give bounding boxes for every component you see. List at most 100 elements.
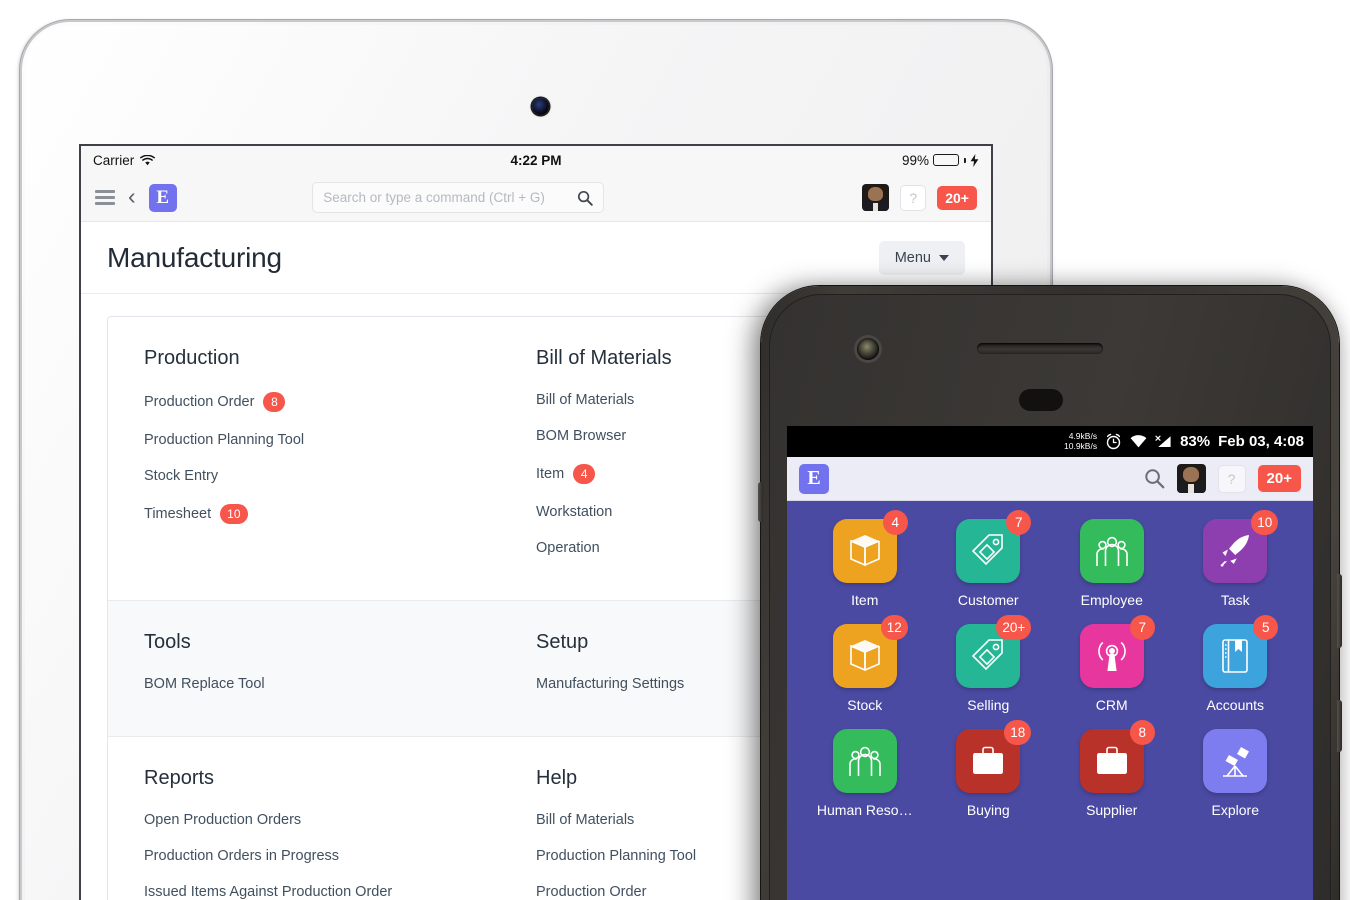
app-label: Explore (1211, 802, 1259, 818)
page-header: Manufacturing Menu (81, 222, 991, 294)
module-link-label: Issued Items Against Production Order (144, 884, 393, 900)
alarm-clock-icon (1106, 433, 1121, 450)
search-box[interactable] (312, 182, 605, 213)
search-icon[interactable] (1144, 468, 1165, 489)
tablet-status-bar: Carrier 4:22 PM 99% (81, 146, 991, 174)
phone-volume-button[interactable] (1337, 574, 1342, 648)
battery-icon (933, 154, 959, 166)
module-link[interactable]: Production Planning Tool (144, 432, 536, 448)
module-link-label: Item (536, 466, 565, 482)
app-icon-cell[interactable]: 4 Item (812, 510, 918, 608)
module-link-label: Production Planning Tool (144, 432, 305, 448)
module-link[interactable]: Production Orders in Progress (144, 848, 536, 864)
notification-count-badge[interactable]: 20+ (937, 185, 977, 210)
app-label: Customer (957, 592, 1019, 608)
search-icon[interactable] (577, 190, 593, 206)
module-link[interactable]: BOM Replace Tool (144, 676, 536, 692)
battery-percent-label: 99% (901, 152, 929, 168)
app-tile-wrapper (1203, 729, 1268, 793)
chevron-left-icon[interactable]: ‹ (128, 184, 136, 211)
module-link[interactable]: Timesheet 10 (144, 504, 536, 524)
phone-front-camera-icon (857, 338, 879, 360)
broadcast-icon (1097, 641, 1126, 671)
module-link-label: Production Order (536, 884, 647, 900)
chevron-down-icon (939, 254, 949, 261)
phone-earpiece-speaker (977, 343, 1103, 354)
module-column: Reports Open Production Orders Production … (144, 767, 536, 900)
app-label: Selling (967, 697, 1010, 713)
signal-bars-icon (1155, 435, 1171, 447)
status-right-group: 99% (902, 153, 979, 168)
app-icon-cell[interactable]: Explore (1182, 729, 1288, 818)
module-link[interactable]: Stock Entry (144, 468, 536, 484)
app-tile-wrapper: 8 (1079, 720, 1155, 793)
app-tile-wrapper: 18 (956, 720, 1032, 793)
phone-date-time: Feb 03, 4:08 (1218, 433, 1304, 450)
app-tile[interactable] (1079, 519, 1144, 583)
app-icon-cell[interactable]: 7 Customer (935, 510, 1041, 608)
module-section-heading: Tools (144, 631, 191, 653)
box-icon (849, 535, 880, 567)
module-link-label: BOM Browser (536, 428, 627, 444)
phone-power-button[interactable] (1337, 700, 1342, 752)
app-tile-wrapper: 10 (1203, 510, 1279, 583)
phone-silent-switch[interactable] (758, 482, 763, 522)
module-section-heading: Reports (144, 767, 215, 789)
app-icon-cell[interactable]: 10 Task (1182, 510, 1288, 608)
hamburger-icon[interactable] (95, 190, 115, 205)
app-grid: 4 Item 7 Customer Employee 10 Task 12 Stock 20+ Se… (787, 501, 1313, 828)
module-link-label: Operation (536, 540, 600, 556)
avatar[interactable] (862, 184, 890, 211)
app-icon-cell[interactable]: 5 Accounts (1182, 615, 1288, 713)
search-input[interactable] (323, 190, 578, 205)
module-link[interactable]: Issued Items Against Production Order (144, 884, 536, 900)
app-icon-cell[interactable]: 12 Stock (812, 615, 918, 713)
module-link-label: Open Production Orders (144, 812, 302, 828)
app-icon-cell[interactable]: 7 CRM (1059, 615, 1165, 713)
navbar-right-group: ? 20+ (862, 184, 977, 211)
telescope-icon (1223, 747, 1250, 777)
phone-status-bar: 4.9kB/s 10.9kB/s 83% Feb 03, 4:08 (787, 426, 1313, 457)
module-link-label: Workstation (536, 504, 613, 520)
app-label: CRM (1095, 697, 1128, 713)
app-icon-cell[interactable]: 8 Supplier (1059, 720, 1165, 818)
app-tile-wrapper: 20+ (956, 615, 1032, 688)
app-icon-cell[interactable]: Human Reso… (812, 729, 918, 818)
app-icon-cell[interactable]: 20+ Selling (935, 615, 1041, 713)
phone-battery-percent: 83% (1180, 433, 1211, 450)
module-link-label: Manufacturing Settings (536, 676, 685, 692)
notification-count-badge[interactable]: 20+ (1257, 465, 1301, 492)
app-badge: 4 (882, 510, 908, 535)
avatar[interactable] (1176, 464, 1206, 493)
brand-logo[interactable]: E (148, 183, 177, 212)
module-link-label: Production Planning Tool (536, 848, 697, 864)
module-link-label: Production Order (144, 394, 255, 410)
menu-button-label: Menu (894, 249, 931, 266)
module-link-label: Stock Entry (144, 468, 219, 484)
module-link[interactable]: Open Production Orders (144, 812, 536, 828)
app-tile[interactable] (1203, 729, 1268, 793)
tag-icon (972, 534, 1004, 566)
phone-navbar-right-group: ? 20+ (1144, 464, 1301, 493)
app-label: Buying (966, 802, 1010, 818)
module-link-count-badge: 8 (263, 392, 286, 412)
app-tile[interactable] (832, 729, 897, 793)
app-icon-cell[interactable]: Employee (1059, 519, 1165, 608)
menu-button[interactable]: Menu (878, 240, 965, 275)
help-button[interactable]: ? (1217, 464, 1246, 493)
people-icon (1095, 536, 1128, 566)
help-button[interactable]: ? (900, 184, 927, 211)
app-tile-wrapper (832, 729, 897, 793)
app-icon-cell[interactable]: 18 Buying (935, 720, 1041, 818)
app-badge: 10 (1251, 510, 1279, 535)
module-link-label: Bill of Materials (536, 812, 635, 828)
module-link[interactable]: Production Order 8 (144, 392, 536, 412)
brand-logo[interactable]: E (799, 463, 829, 494)
app-tile-wrapper: 7 (956, 510, 1032, 583)
phone-proximity-sensor (1019, 389, 1063, 411)
app-tile-wrapper: 5 (1203, 615, 1279, 688)
module-link-label: Timesheet (144, 506, 212, 522)
module-column: Production Production Order 8 Production Pl… (144, 347, 536, 576)
app-tile-wrapper: 12 (832, 615, 908, 688)
rocket-icon (1220, 535, 1250, 567)
